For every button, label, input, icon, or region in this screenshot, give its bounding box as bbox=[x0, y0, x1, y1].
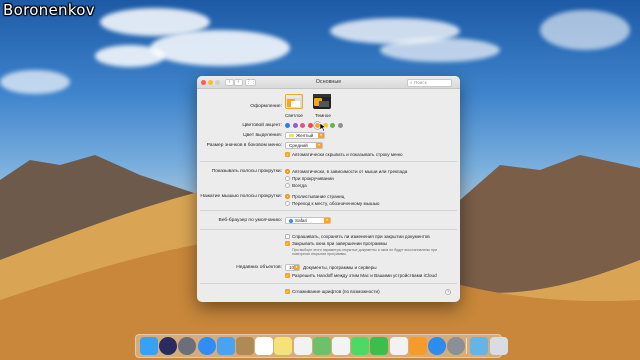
scrollbars-always-label: Всегда bbox=[292, 183, 307, 188]
show-scrollbars-label: Показывать полосы прокрутки: bbox=[211, 169, 282, 174]
siri-icon[interactable] bbox=[159, 337, 178, 355]
scrollbars-scrolling-label: При прокручивании bbox=[292, 176, 334, 181]
font-smoothing-checkbox[interactable]: ✓ bbox=[285, 289, 290, 294]
handoff-label: Разрешить Handoff между этим Mac и Вашим… bbox=[292, 273, 437, 278]
finder-icon[interactable] bbox=[140, 337, 158, 355]
scrollbars-auto-radio[interactable] bbox=[285, 169, 290, 174]
downloads-folder-icon[interactable] bbox=[470, 337, 489, 355]
chevron-down-icon: ▾ bbox=[318, 133, 324, 138]
chevron-down-icon: ▾ bbox=[294, 265, 299, 270]
system-preferences-icon[interactable] bbox=[447, 337, 466, 355]
close-windows-label: Закрывать окна при завершении программы bbox=[292, 241, 387, 246]
contacts-icon[interactable] bbox=[236, 337, 254, 355]
dock bbox=[135, 334, 508, 358]
itunes-icon[interactable] bbox=[389, 337, 408, 355]
recent-items-suffix: Документы, программы и серверы bbox=[303, 265, 377, 270]
accent-color-swatch[interactable] bbox=[300, 123, 305, 128]
close-windows-note: При выборе этого параметра открытые доку… bbox=[292, 248, 437, 257]
divider bbox=[200, 283, 457, 284]
scrollbars-auto-label: Автоматически, в зависимости от мыши или… bbox=[292, 169, 408, 174]
sidebar-icon-size-popup[interactable]: Средний ▾ bbox=[285, 142, 323, 149]
appearance-label: Оформление: bbox=[250, 104, 282, 109]
highlight-swatch bbox=[289, 134, 294, 137]
reminders-icon[interactable] bbox=[293, 337, 312, 355]
accent-color-label: Цветовой акцент: bbox=[242, 123, 282, 128]
default-browser-popup[interactable]: Safari ▾ bbox=[285, 217, 331, 224]
default-browser-value: Safari bbox=[295, 218, 308, 223]
ibooks-icon[interactable] bbox=[408, 337, 427, 355]
scrollbars-always-radio[interactable] bbox=[285, 183, 290, 188]
recent-items-label: Недавних объектов: bbox=[236, 265, 282, 270]
search-placeholder: Поиск bbox=[413, 79, 427, 85]
watermark-text: Boronenkov bbox=[3, 1, 95, 19]
ask-save-changes-label: Спрашивать, сохранять ли изменения при з… bbox=[292, 234, 430, 239]
divider bbox=[200, 161, 457, 162]
menubar-autohide-checkbox[interactable]: ✓ bbox=[285, 152, 290, 157]
help-button[interactable]: ? bbox=[445, 289, 451, 295]
handoff-checkbox[interactable]: ✓ bbox=[285, 273, 290, 278]
safari-icon bbox=[289, 218, 293, 223]
sidebar-icon-size-value: Средний bbox=[289, 143, 308, 148]
safari-icon[interactable] bbox=[197, 337, 216, 355]
accent-color-swatch[interactable] bbox=[337, 123, 343, 128]
close-windows-checkbox[interactable]: ✓ bbox=[285, 241, 290, 246]
launchpad-icon[interactable] bbox=[178, 337, 197, 355]
messages-icon[interactable] bbox=[351, 337, 370, 355]
appearance-dark-label: Темное bbox=[315, 113, 331, 118]
dock-separator bbox=[466, 338, 468, 354]
photos-icon[interactable] bbox=[332, 337, 350, 355]
notes-icon[interactable] bbox=[274, 337, 293, 355]
accent-color-swatch[interactable] bbox=[307, 123, 313, 128]
scroll-click-spot-radio[interactable] bbox=[285, 201, 290, 206]
general-preferences-window: ‹ › ⋮⋮ Основные ⌕ Поиск Оформление: Свет… bbox=[197, 76, 460, 302]
scrollbars-scrolling-radio[interactable] bbox=[285, 176, 290, 181]
scroll-click-page-label: Пролистывание страниц bbox=[292, 194, 345, 199]
chevron-down-icon: ▾ bbox=[316, 143, 322, 148]
highlight-color-popup[interactable]: Желтый ▾ bbox=[285, 132, 325, 139]
divider bbox=[200, 210, 457, 211]
appearance-option-light[interactable] bbox=[285, 94, 303, 109]
mouse-cursor-icon bbox=[320, 123, 326, 132]
facetime-icon[interactable] bbox=[370, 337, 389, 355]
search-icon: ⌕ bbox=[410, 79, 413, 85]
recent-items-count-popup[interactable]: 10 ▾ bbox=[285, 264, 300, 271]
scroll-click-page-radio[interactable] bbox=[285, 194, 290, 199]
appearance-light-label: Светлое bbox=[285, 113, 303, 118]
sidebar-icon-size-label: Размер значков в боковом меню: bbox=[206, 143, 282, 148]
calendar-icon[interactable] bbox=[255, 337, 274, 355]
divider bbox=[200, 229, 457, 230]
default-browser-label: Веб-браузер по умолчанию: bbox=[218, 218, 282, 223]
search-field[interactable]: ⌕ Поиск bbox=[407, 78, 452, 87]
mail-icon[interactable] bbox=[216, 337, 235, 355]
accent-color-swatch[interactable] bbox=[285, 123, 290, 128]
chevron-down-icon: ▾ bbox=[324, 218, 330, 223]
menubar-autohide-label: Автоматически скрывать и показывать стро… bbox=[292, 152, 403, 157]
window-titlebar: ‹ › ⋮⋮ Основные ⌕ Поиск bbox=[197, 76, 460, 89]
app-store-icon[interactable] bbox=[428, 337, 446, 355]
highlight-color-label: Цвет выделения: bbox=[243, 133, 282, 138]
scroll-click-label: Нажатие мышью полосы прокрутки: bbox=[200, 194, 282, 199]
accent-color-swatch[interactable] bbox=[292, 123, 298, 128]
ask-save-changes-checkbox[interactable] bbox=[285, 234, 290, 239]
font-smoothing-label: Сглаживание шрифтов (по возможности) bbox=[292, 289, 380, 294]
scroll-click-spot-label: Переход к месту, обозначенному мышью bbox=[292, 201, 380, 206]
accent-color-swatch[interactable] bbox=[330, 123, 335, 128]
highlight-color-value: Желтый bbox=[296, 133, 314, 138]
appearance-option-dark[interactable] bbox=[313, 94, 331, 109]
trash-icon[interactable] bbox=[489, 337, 508, 355]
maps-icon[interactable] bbox=[312, 337, 331, 355]
